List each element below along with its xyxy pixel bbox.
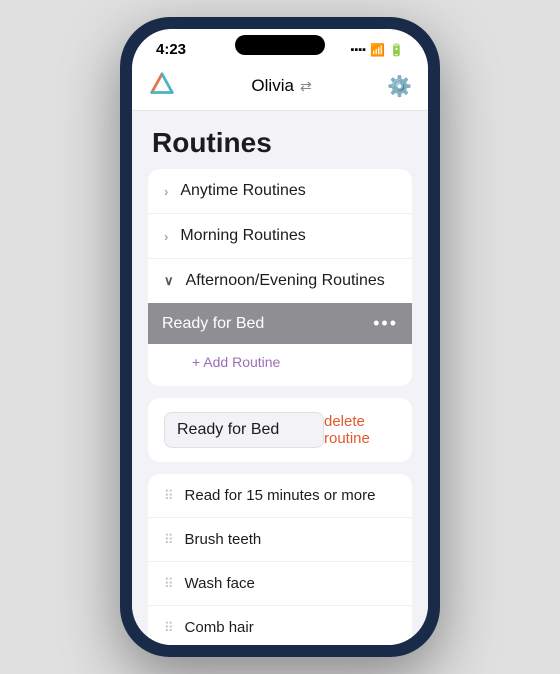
- swap-icon[interactable]: ⇄: [300, 78, 312, 95]
- drag-handle-icon[interactable]: ⠿: [164, 532, 175, 548]
- header-center: Olivia ⇄: [251, 76, 311, 96]
- wifi-icon: 📶: [370, 43, 385, 57]
- app-logo[interactable]: [148, 72, 176, 100]
- notch: [235, 35, 325, 55]
- battery-icon: 🔋: [389, 43, 404, 57]
- app-header: Olivia ⇄ ⚙️: [132, 64, 428, 111]
- phone-screen: 4:23 ▪▪▪▪ 📶 🔋 Olivia ⇄ ⚙️: [132, 29, 428, 645]
- chevron-right-icon-morning: ›: [164, 229, 168, 244]
- settings-icon[interactable]: ⚙️: [387, 74, 412, 99]
- edit-routine-section: delete routine: [148, 398, 412, 462]
- task-label: Comb hair: [185, 619, 254, 636]
- chevron-down-icon-afternoon: ∨: [164, 273, 174, 289]
- task-row: ⠿ Read for 15 minutes or more: [148, 474, 412, 518]
- routine-groups-card: › Anytime Routines › Morning Routines ∨ …: [148, 169, 412, 386]
- task-label: Wash face: [185, 575, 255, 592]
- task-row: ⠿ Comb hair: [148, 606, 412, 645]
- chevron-right-icon-anytime: ›: [164, 184, 168, 199]
- drag-handle-icon[interactable]: ⠿: [164, 620, 175, 636]
- routine-row-anytime[interactable]: › Anytime Routines: [148, 169, 412, 214]
- task-label: Brush teeth: [185, 531, 262, 548]
- afternoon-routines-label: Afternoon/Evening Routines: [186, 272, 385, 290]
- selected-routine-label: Ready for Bed: [162, 315, 264, 333]
- anytime-routines-label: Anytime Routines: [180, 182, 305, 200]
- task-row: ⠿ Wash face: [148, 562, 412, 606]
- page-title-bar: Routines: [132, 111, 428, 169]
- routine-row-morning[interactable]: › Morning Routines: [148, 214, 412, 259]
- content-area: › Anytime Routines › Morning Routines ∨ …: [132, 169, 428, 645]
- morning-routines-label: Morning Routines: [180, 227, 305, 245]
- add-routine-link[interactable]: + Add Routine: [192, 354, 280, 370]
- phone-frame: 4:23 ▪▪▪▪ 📶 🔋 Olivia ⇄ ⚙️: [120, 17, 440, 657]
- tasks-card: ⠿ Read for 15 minutes or more ⠿ Brush te…: [148, 474, 412, 645]
- drag-handle-icon[interactable]: ⠿: [164, 488, 175, 504]
- status-time: 4:23: [156, 41, 186, 58]
- selected-routine-row[interactable]: Ready for Bed •••: [148, 303, 412, 344]
- status-icons: ▪▪▪▪ 📶 🔋: [350, 43, 404, 57]
- routine-name-input[interactable]: [164, 412, 324, 448]
- task-label: Read for 15 minutes or more: [185, 487, 376, 504]
- more-options-icon[interactable]: •••: [373, 313, 398, 334]
- routine-row-afternoon[interactable]: ∨ Afternoon/Evening Routines: [148, 259, 412, 303]
- username-label: Olivia: [251, 76, 294, 96]
- logo-svg: [148, 72, 176, 100]
- signal-icon: ▪▪▪▪: [350, 44, 366, 56]
- task-row: ⠿ Brush teeth: [148, 518, 412, 562]
- delete-routine-button[interactable]: delete routine: [324, 413, 396, 447]
- drag-handle-icon[interactable]: ⠿: [164, 576, 175, 592]
- add-routine-row: + Add Routine: [148, 344, 412, 386]
- page-title: Routines: [152, 127, 408, 159]
